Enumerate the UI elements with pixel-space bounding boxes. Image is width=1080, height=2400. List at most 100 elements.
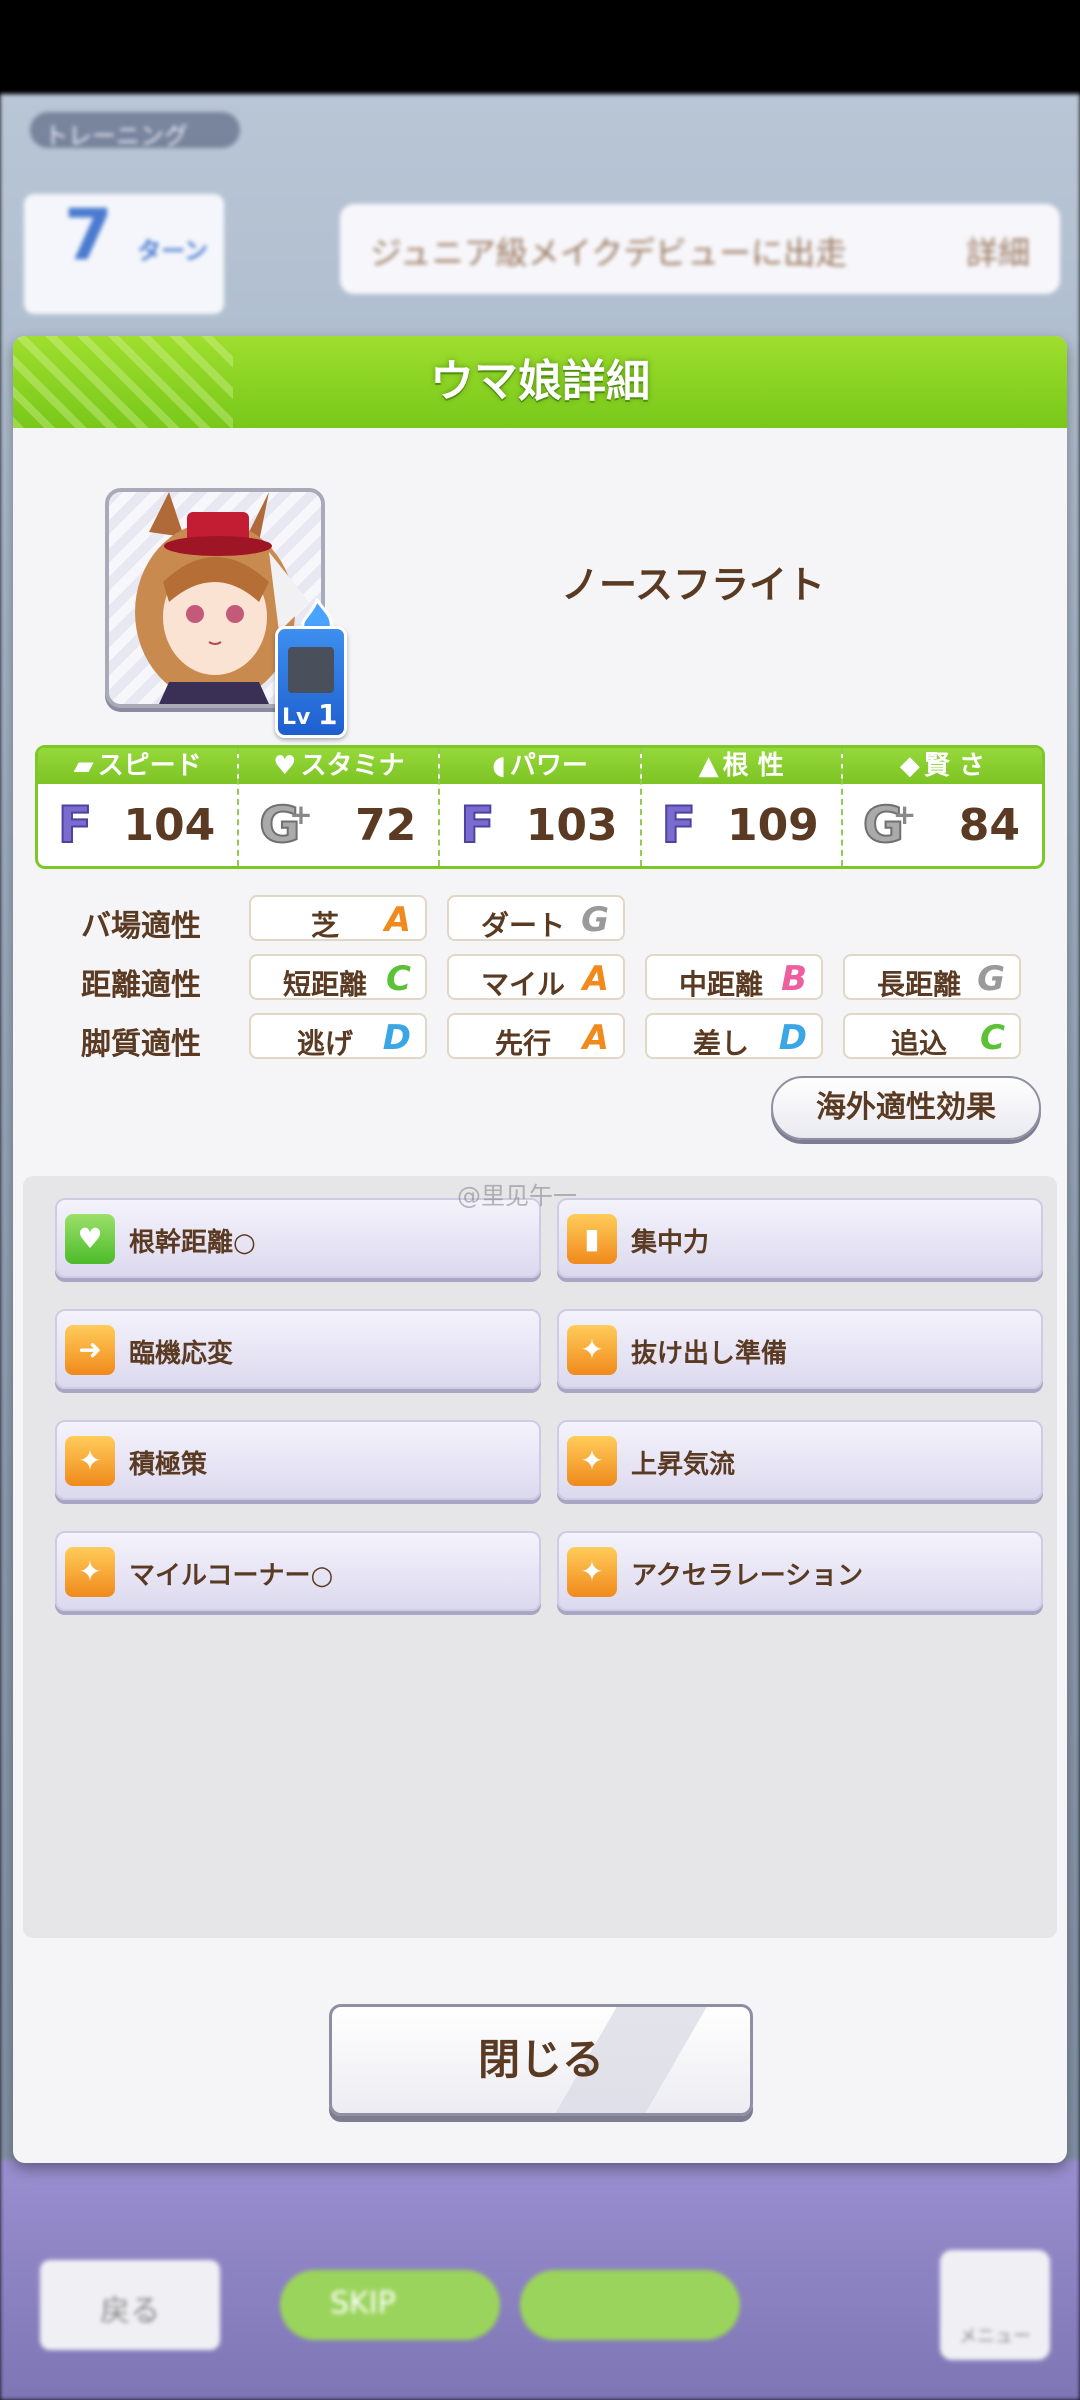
bg-menu-label: メニュー [959, 2326, 1031, 2347]
bg-turn-counter: 7 ターン [24, 194, 224, 314]
card-arrow-icon: ➜ [65, 1325, 115, 1375]
stat-power: ◖ パワー F 103 [440, 748, 642, 866]
skill-item[interactable]: ✦ アクセラレーション [557, 1531, 1043, 1611]
stat-value: 84 [958, 800, 1021, 851]
stat-value: 109 [726, 800, 819, 851]
bg-back-button: 戻る [40, 2260, 220, 2350]
style-aptitude-row: 脚質適性 逃げ D 先行 A 差し D 追込 C [53, 1013, 1033, 1062]
rank-badge: C [980, 1018, 1005, 1058]
skill-label: 上昇気流 [631, 1450, 736, 1480]
bg-log-button [520, 2270, 740, 2340]
rank-badge: G [977, 959, 1005, 999]
rank-badge: A [582, 959, 609, 999]
runner-icon: ✦ [567, 1547, 617, 1597]
aptitude-chip-runner: 逃げ D [249, 1013, 427, 1060]
stat-guts: ▲ 根 性 F 109 [641, 748, 843, 866]
aptitude-chip-leader: 先行 A [447, 1013, 625, 1060]
runner-icon: ✦ [65, 1436, 115, 1486]
aptitude-chip-dirt: ダート G [447, 895, 625, 942]
bg-turn-unit: ターン [137, 237, 208, 265]
distance-aptitude-row: 距離適性 短距離 C マイル A 中距離 B 長距離 G [53, 954, 1033, 1003]
style-aptitude-label: 脚質適性 [81, 1027, 201, 1062]
skill-item[interactable]: ✦ 積極策 [55, 1420, 541, 1500]
stats-panel: ▰ スピード F 104 ♥ スタミナ G + 72 ◖ パワー F 103 ▲ 根 性 … [35, 745, 1045, 869]
level-badge-slot [288, 647, 334, 693]
rank-badge: D [382, 1018, 411, 1058]
stat-label: 根 性 [722, 751, 784, 781]
skill-label: 根幹距離○ [129, 1228, 256, 1258]
skill-label: マイルコーナー○ [129, 1561, 334, 1591]
distance-aptitude-label: 距離適性 [81, 968, 201, 1003]
umamusume-detail-dialog: ウマ娘詳細 Lv 1 ノースフライト ▰ スピード F 104 ♥ スタミナ G… [13, 336, 1067, 2163]
heart-icon: ♥ [273, 751, 297, 781]
skill-item[interactable]: ✦ マイルコーナー○ [55, 1531, 541, 1611]
muscle-icon: ◖ [492, 751, 506, 781]
stat-grade: F [661, 796, 697, 854]
stat-value: 104 [123, 800, 216, 851]
runner-icon: ✦ [65, 1547, 115, 1597]
bg-goal-text: ジュニア級メイクデビューに出走 [370, 234, 848, 272]
aptitude-chip-betweener: 差し D [645, 1013, 823, 1060]
skills-panel: ♥ 根幹距離○ ▮ 集中力 ➜ 臨機応変 ✦ 抜け出し準備 ✦ 積極策 ✦ 上昇… [23, 1176, 1057, 1938]
bg-goal-banner: ジュニア級メイクデビューに出走 詳細 [340, 204, 1060, 294]
aptitude-chip-sprint: 短距離 C [249, 954, 427, 1001]
stat-wisdom: ◆ 賢 さ G + 84 [842, 748, 1042, 866]
skill-label: 臨機応変 [129, 1339, 234, 1369]
graduation-cap-icon: ◆ [899, 751, 920, 781]
stat-label: スピード [97, 751, 202, 781]
rank-badge: D [778, 1018, 807, 1058]
rank-badge: C [386, 959, 411, 999]
stat-speed: ▰ スピード F 104 [38, 748, 240, 866]
aptitude-chip-medium: 中距離 B [645, 954, 823, 1001]
stat-grade: F [459, 796, 495, 854]
skill-label: アクセラレーション [631, 1561, 864, 1591]
character-name: ノースフライト [560, 563, 826, 607]
rank-badge: A [582, 1018, 609, 1058]
runner-icon: ✦ [567, 1325, 617, 1375]
track-aptitude-label: バ場適性 [81, 909, 201, 944]
skill-item[interactable]: ✦ 上昇気流 [557, 1420, 1043, 1500]
stat-label: スタミナ [300, 751, 405, 781]
bg-turn-number: 7 [64, 194, 113, 276]
overseas-aptitude-button[interactable]: 海外適性効果 [771, 1076, 1041, 1140]
skill-label: 抜け出し準備 [631, 1339, 788, 1369]
status-bar [0, 0, 1080, 94]
bg-screen-title: トレーニング [30, 112, 240, 150]
aptitude-chip-long: 長距離 G [843, 954, 1021, 1001]
skill-item[interactable]: ▮ 集中力 [557, 1198, 1043, 1278]
stat-grade: F [57, 796, 93, 854]
aptitude-chip-turf: 芝A [249, 895, 427, 942]
skill-label: 積極策 [129, 1450, 208, 1480]
gate-icon: ▮ [567, 1214, 617, 1264]
level-value: 1 [318, 698, 338, 731]
bg-back-label: 戻る [100, 2294, 160, 2329]
shoe-icon: ▰ [73, 751, 94, 781]
stat-value: 103 [525, 800, 618, 851]
skill-item[interactable]: ➜ 臨機応変 [55, 1309, 541, 1389]
flame-icon: ▲ [698, 751, 719, 781]
aptitude-chip-mile: マイル A [447, 954, 625, 1001]
close-button[interactable]: 閉じる [329, 2004, 753, 2116]
rank-badge: A [384, 900, 411, 940]
level-badge: Lv 1 [275, 626, 347, 738]
stat-grade: G + [862, 797, 916, 853]
stat-label: パワー [509, 751, 588, 781]
level-prefix: Lv [282, 705, 311, 730]
grade-plus-icon: + [892, 798, 917, 831]
grade-plus-icon: + [289, 798, 313, 831]
bg-menu-button: メニュー [940, 2250, 1050, 2360]
stat-stamina: ♥ スタミナ G + 72 [239, 748, 441, 866]
track-aptitude-row: バ場適性 芝A ダート G [53, 895, 1033, 944]
skill-item[interactable]: ✦ 抜け出し準備 [557, 1309, 1043, 1389]
dialog-title: ウマ娘詳細 [430, 356, 650, 407]
bg-skip-button: SKIP [280, 2270, 500, 2340]
stat-value: 72 [355, 800, 417, 851]
skill-label: 集中力 [631, 1228, 710, 1258]
watermark: @里见午一 [457, 1182, 577, 1210]
close-button-label: 閉じる [477, 2035, 604, 2084]
stat-grade: G + [258, 797, 312, 853]
bg-goal-detail: 詳細 [965, 234, 1030, 272]
dialog-header: ウマ娘詳細 [13, 336, 1067, 428]
stat-label: 賢 さ [923, 751, 985, 781]
runner-icon: ✦ [567, 1436, 617, 1486]
